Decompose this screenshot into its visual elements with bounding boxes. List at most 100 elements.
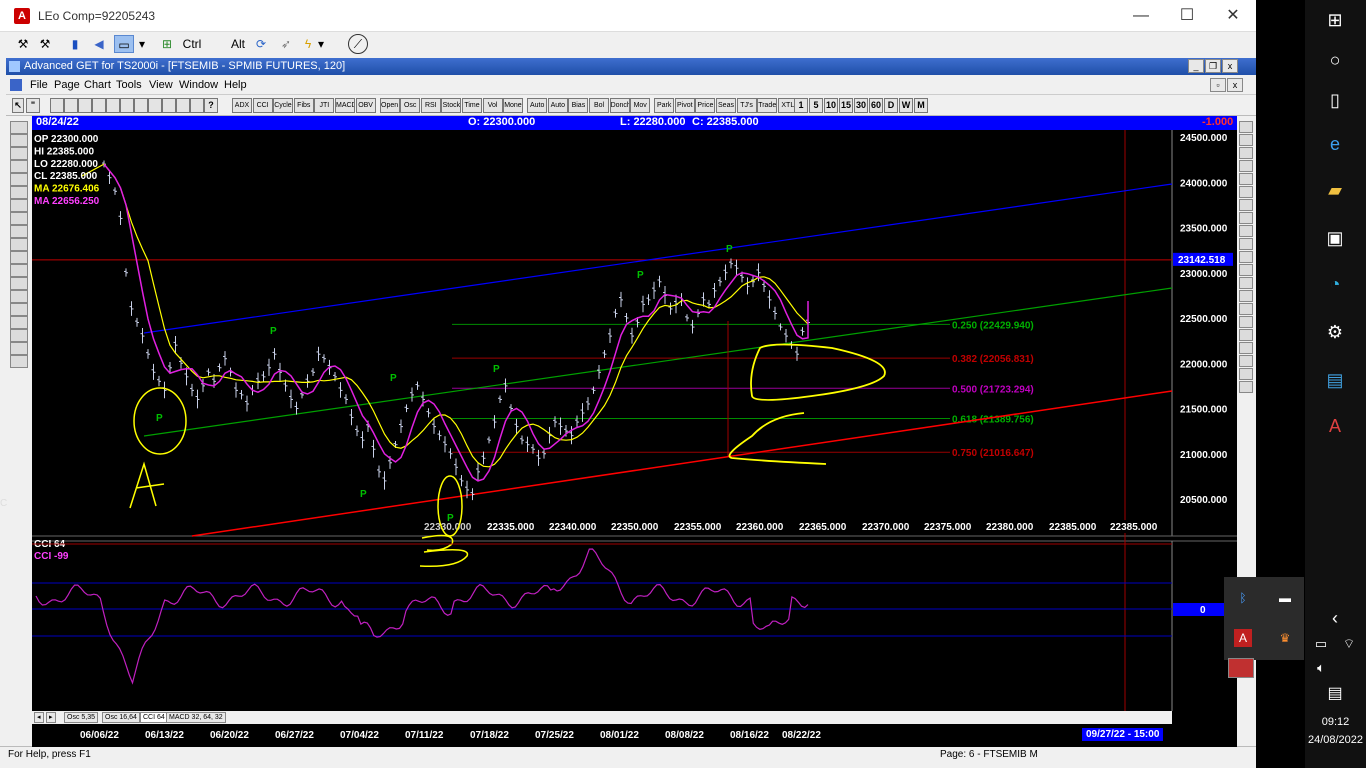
timeframe-button[interactable]: 1 (794, 98, 808, 113)
bluetooth-icon[interactable]: ᛒ (1234, 589, 1252, 607)
analysis-tool-icon[interactable] (1239, 316, 1253, 328)
indicator-button[interactable]: Vol (482, 98, 503, 113)
edge-legacy-icon[interactable]: e (1323, 132, 1347, 156)
inner-restore-button[interactable]: ❐ (1205, 59, 1221, 73)
settings-gear-icon[interactable]: ⚙ (1323, 320, 1347, 344)
tab-scroll-right-icon[interactable]: ▸ (46, 712, 56, 723)
info-icon[interactable]: ? (204, 98, 218, 113)
drawing-tool-icon[interactable] (10, 212, 28, 225)
cursor-icon[interactable]: ↖ (12, 98, 24, 113)
menu-view[interactable]: View (149, 79, 173, 91)
drawing-tool-icon[interactable] (10, 290, 28, 303)
pointer-icon[interactable]: ➶ (278, 35, 294, 53)
indicator-button[interactable]: Bol Band (589, 98, 609, 113)
battery-icon[interactable]: ▭ (1311, 632, 1331, 656)
timeframe-button[interactable]: W (899, 98, 913, 113)
drawing-tool-icon[interactable] (10, 134, 28, 147)
notification-icon[interactable]: ▤ (1323, 682, 1347, 706)
monitor-icon[interactable]: ▬ (1276, 589, 1294, 607)
indicator-button[interactable]: Park Pars (654, 98, 675, 113)
analysis-tool-icon[interactable] (1239, 329, 1253, 341)
drawing-tool-icon[interactable] (10, 342, 28, 355)
drawing-tool-icon[interactable] (10, 264, 28, 277)
ctrl-button[interactable]: Ctrl (181, 35, 203, 53)
analysis-tool-icon[interactable] (1239, 225, 1253, 237)
timeframe-button[interactable]: M (914, 98, 928, 113)
tab-cci-64[interactable]: CCI 64 (140, 712, 168, 723)
analysis-tool-icon[interactable] (1239, 160, 1253, 172)
tab-osc-16-64[interactable]: Osc 16,64 (102, 712, 140, 723)
speaker-icon[interactable]: ◀ (90, 35, 108, 53)
analysis-tool-icon[interactable] (1239, 238, 1253, 250)
indicator-button[interactable]: Trade Profile (757, 98, 778, 113)
analysis-tool-icon[interactable] (1239, 342, 1253, 354)
grid-icon[interactable] (134, 98, 148, 113)
analysis-tool-icon[interactable] (1239, 147, 1253, 159)
new-icon[interactable] (50, 98, 64, 113)
analysis-tool-icon[interactable] (1239, 355, 1253, 367)
indicator-button[interactable]: Donch (609, 98, 630, 113)
chevron-left-icon[interactable]: ‹ (1323, 606, 1347, 630)
analysis-tool-icon[interactable] (1239, 277, 1253, 289)
indicator-button[interactable]: Seas onals (716, 98, 736, 113)
mdi-close-button[interactable]: x (1227, 78, 1243, 92)
tools-icon[interactable]: ⚒ (14, 35, 32, 53)
indicator-button[interactable]: Cycles (273, 98, 294, 113)
timeframe-button[interactable]: 10 (824, 98, 838, 113)
indicator-button[interactable]: TJ's Web (736, 98, 757, 113)
chart-area[interactable]: 24500.000 24000.000 23500.000 23000.000 2250… (32, 116, 1237, 747)
drawing-tool-icon[interactable] (10, 277, 28, 290)
indicator-button[interactable]: CCI (252, 98, 273, 113)
drawing-tool-icon[interactable] (10, 251, 28, 264)
maximize-button[interactable]: ☐ (1164, 0, 1210, 32)
menu-help[interactable]: Help (224, 79, 247, 91)
close-button[interactable]: ✕ (1210, 0, 1256, 32)
app-blue-icon[interactable]: ▤ (1323, 368, 1347, 392)
display-icon[interactable]: ▭ (114, 35, 134, 53)
indicator-button[interactable]: Fibs (293, 98, 314, 113)
menu-tools[interactable]: Tools (116, 79, 142, 91)
indicator-button[interactable]: RSI (420, 98, 441, 113)
indicator-button[interactable]: Money Flow (503, 98, 524, 113)
drawing-tool-icon[interactable] (10, 316, 28, 329)
indicator-button[interactable]: Stock (441, 98, 462, 113)
print-icon[interactable] (92, 98, 106, 113)
edge-icon[interactable]: ◔ (1323, 272, 1347, 296)
analysis-tool-icon[interactable] (1239, 264, 1253, 276)
file-explorer-icon[interactable]: ▰ (1323, 178, 1347, 202)
indicator-button[interactable]: Pivot (674, 98, 695, 113)
analysis-tool-icon[interactable] (1239, 251, 1253, 263)
bars-icon[interactable] (190, 98, 204, 113)
inner-minimize-button[interactable]: _ (1188, 59, 1204, 73)
fullscreen-icon[interactable]: ⊞ (158, 35, 176, 53)
indicator-button[interactable]: Open Int (379, 98, 400, 113)
system-clock[interactable]: 09:12 24/08/2022 (1305, 716, 1366, 746)
search-icon[interactable]: ○ (1323, 48, 1347, 72)
analysis-tool-icon[interactable] (1239, 199, 1253, 211)
indicator-button[interactable]: Mov Ave (630, 98, 651, 113)
timeframe-button[interactable]: 15 (839, 98, 853, 113)
indicator-button[interactable]: MACD (335, 98, 355, 113)
inner-close-button[interactable]: x (1222, 59, 1238, 73)
zoom-icon[interactable] (162, 98, 176, 113)
analysis-tool-icon[interactable] (1239, 303, 1253, 315)
chevron-down-icon[interactable]: ▾ (316, 35, 326, 53)
save-icon[interactable] (78, 98, 92, 113)
refresh-icon[interactable]: ⟳ (252, 35, 270, 53)
timeframe-button[interactable]: 30 (854, 98, 868, 113)
indicator-button[interactable]: Time Cust (462, 98, 482, 113)
tab-osc-5-35[interactable]: Osc 5,35 (64, 712, 99, 723)
drawing-tool-icon[interactable] (10, 160, 28, 173)
drawing-tool-icon[interactable] (10, 355, 28, 368)
indicator-button[interactable]: JTI (314, 98, 335, 113)
indicator-button[interactable]: Price Clust (695, 98, 716, 113)
tab-scroll-left-icon[interactable]: ◂ (34, 712, 44, 723)
drawing-tool-icon[interactable] (10, 173, 28, 186)
copy-icon[interactable] (106, 98, 120, 113)
paste-icon[interactable] (120, 98, 134, 113)
drawing-tool-icon[interactable] (10, 199, 28, 212)
chart-icon[interactable] (176, 98, 190, 113)
drawing-tool-icon[interactable] (10, 225, 28, 238)
drawing-tool-icon[interactable] (10, 303, 28, 316)
drawing-tool-icon[interactable] (10, 121, 28, 134)
